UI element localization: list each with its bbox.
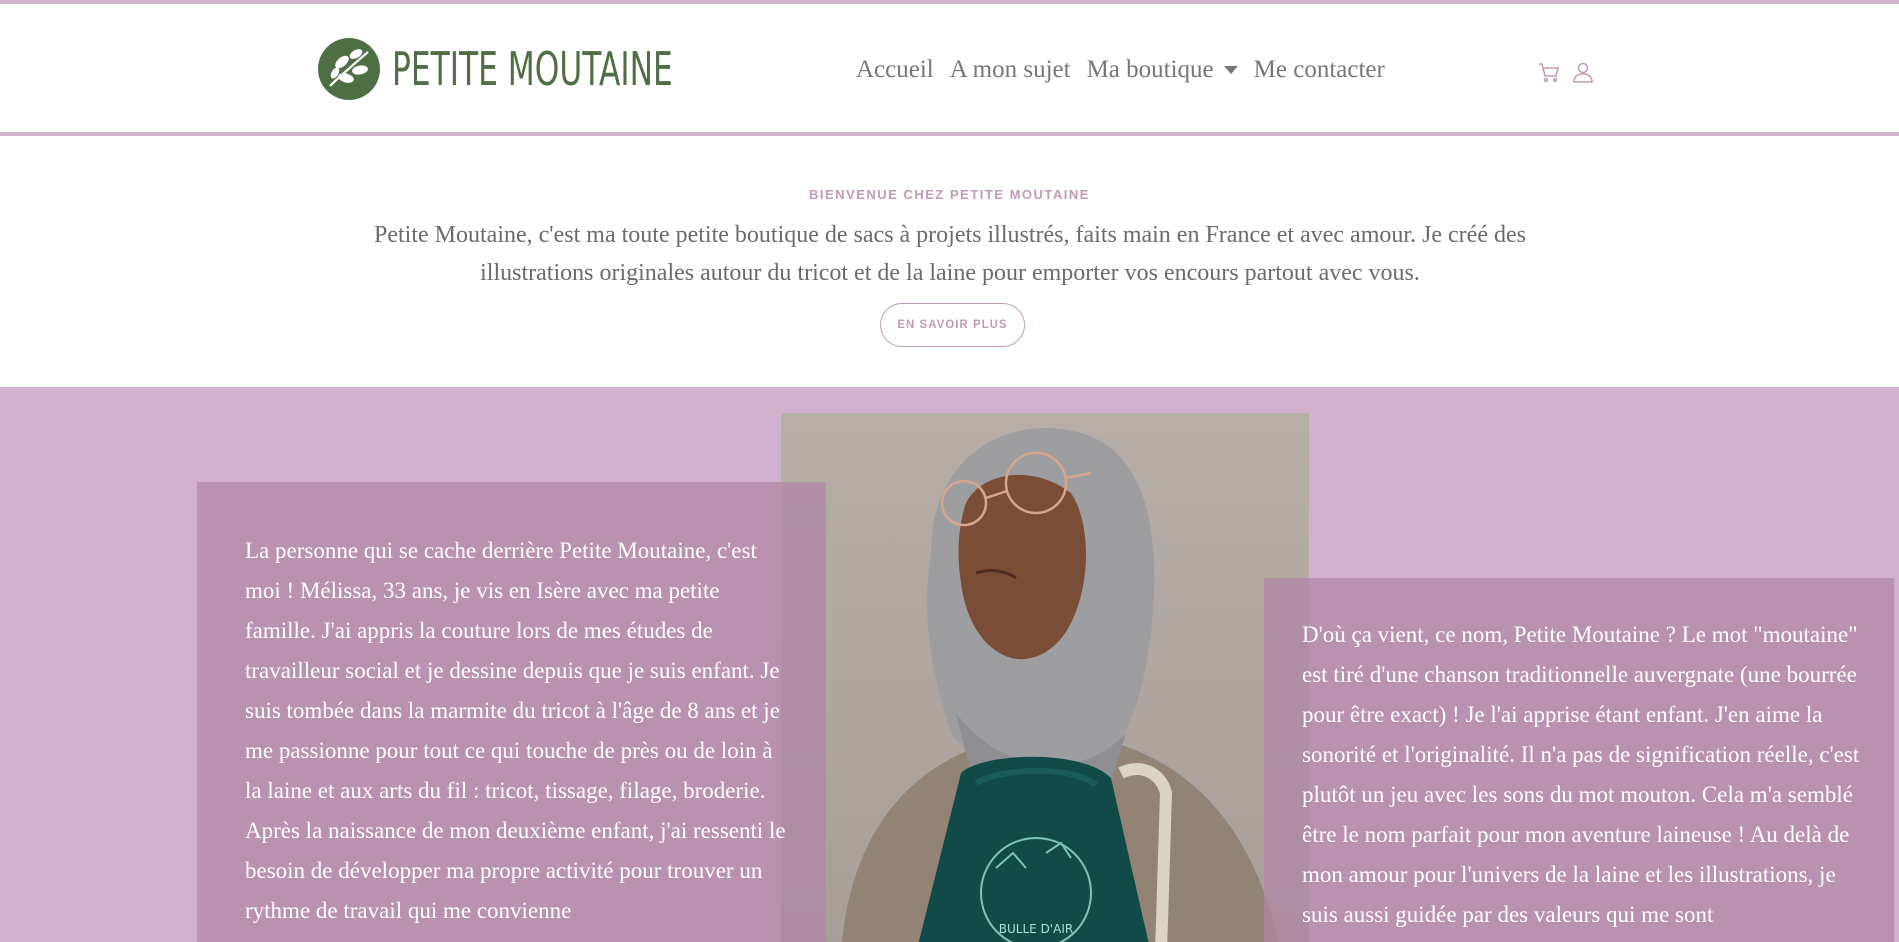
nav-item-label: Ma boutique (1086, 56, 1214, 83)
leaf-logo-icon (318, 38, 380, 100)
about-card-right: D'où ça vient, ce nom, Petite Moutaine ?… (1264, 578, 1894, 942)
learn-more-button[interactable]: EN SAVOIR PLUS (880, 303, 1025, 347)
main-nav: Accueil A mon sujet Ma boutique Me conta… (856, 56, 1401, 84)
nav-item-a-mon-sujet[interactable]: A mon sujet (950, 56, 1071, 84)
header-icons (1537, 60, 1605, 88)
about-card-left: La personne qui se cache derrière Petite… (197, 482, 826, 942)
about-section: BULLE D'AIR La personne qui se cache der… (0, 387, 1899, 942)
nav-item-label: Accueil (856, 56, 934, 83)
welcome-text: Petite Moutaine, c'est ma toute petite b… (374, 222, 1526, 286)
nav-item-me-contacter[interactable]: Me contacter (1254, 56, 1385, 84)
cart-icon[interactable] (1537, 60, 1561, 88)
welcome-section: BIENVENUE CHEZ PETITE MOUTAINE Petite Mo… (0, 140, 1899, 387)
about-left-text: La personne qui se cache derrière Petite… (245, 538, 786, 923)
chevron-down-icon (1223, 66, 1238, 74)
welcome-kicker: BIENVENUE CHEZ PETITE MOUTAINE (809, 187, 1090, 202)
nav-item-label: Me contacter (1253, 56, 1385, 83)
nav-item-ma-boutique[interactable]: Ma boutique (1087, 56, 1238, 84)
bag-print-text: BULLE D'AIR (999, 922, 1073, 936)
brand-name: PETITE MOUTAINE (392, 42, 673, 96)
portrait-photo: BULLE D'AIR (781, 413, 1309, 942)
nav-item-label: A mon sujet (949, 56, 1071, 83)
user-icon[interactable] (1571, 60, 1595, 88)
brand-logo[interactable]: PETITE MOUTAINE (318, 38, 805, 100)
about-right-text: D'où ça vient, ce nom, Petite Moutaine ?… (1302, 622, 1860, 927)
nav-item-accueil[interactable]: Accueil (856, 56, 934, 84)
site-header: PETITE MOUTAINE Accueil A mon sujet Ma b… (0, 4, 1899, 136)
